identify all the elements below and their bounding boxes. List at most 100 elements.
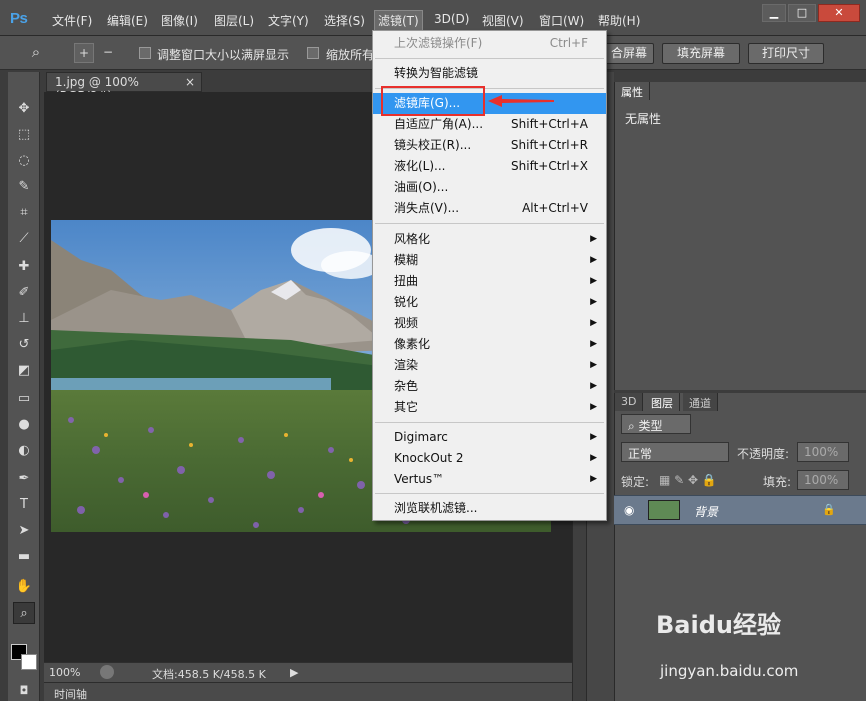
noise-label: 杂色: [394, 379, 419, 393]
type-tool-icon[interactable]: T: [13, 494, 35, 516]
fill-screen-button[interactable]: 填充屏幕: [662, 43, 740, 64]
visibility-eye-icon[interactable]: ◉: [624, 503, 634, 517]
pixelate-label: 像素化: [394, 337, 431, 351]
menu-digimarc[interactable]: Digimarc ▶: [373, 427, 606, 448]
status-bar: 100% 文档:458.5 K/458.5 K ▶: [44, 662, 572, 682]
menu-lens-correction[interactable]: 镜头校正(R)... Shift+Ctrl+R: [373, 135, 606, 156]
status-info-icon[interactable]: [100, 665, 114, 679]
menu-other[interactable]: 其它 ▶: [373, 397, 606, 418]
annotation-arrow-icon: [488, 95, 554, 107]
layer-filter-select[interactable]: ⌕ 类型: [621, 414, 691, 434]
baidu-watermark-url: jingyan.baidu.com: [660, 662, 799, 680]
menu-filter[interactable]: 滤镜(T): [374, 10, 423, 31]
zoom-level[interactable]: 100%: [49, 666, 80, 679]
zoom-all-checkbox[interactable]: [307, 47, 319, 59]
menu-3d[interactable]: 3D(D): [434, 12, 469, 26]
minimize-button[interactable]: ▁: [762, 4, 786, 22]
menu-window[interactable]: 窗口(W): [539, 12, 584, 29]
layer-row-background[interactable]: ◉ 背景 🔒: [614, 495, 866, 525]
marquee-tool-icon[interactable]: ⬚: [13, 124, 35, 146]
submenu-arrow-icon: ▶: [590, 276, 597, 286]
menu-render[interactable]: 渲染 ▶: [373, 355, 606, 376]
menu-video[interactable]: 视频 ▶: [373, 313, 606, 334]
path-select-tool-icon[interactable]: ➤: [13, 520, 35, 542]
menu-file[interactable]: 文件(F): [52, 12, 92, 29]
submenu-arrow-icon: ▶: [590, 297, 597, 307]
fill-field[interactable]: 100%: [797, 470, 849, 490]
close-button[interactable]: ✕: [818, 4, 860, 22]
close-tab-icon[interactable]: ×: [185, 75, 195, 89]
other-label: 其它: [394, 400, 419, 414]
menu-oil-paint[interactable]: 油画(O)...: [373, 177, 606, 198]
last-filter-shortcut: Ctrl+F: [549, 36, 588, 50]
menu-edit[interactable]: 编辑(E): [107, 12, 148, 29]
menu-separator: [375, 422, 604, 423]
menu-noise[interactable]: 杂色 ▶: [373, 376, 606, 397]
zoom-tool-icon[interactable]: ⌕: [26, 43, 46, 63]
menu-vanishing-point[interactable]: 消失点(V)... Alt+Ctrl+V: [373, 198, 606, 219]
maximize-button[interactable]: □: [788, 4, 816, 22]
status-arrow-icon[interactable]: ▶: [290, 666, 298, 679]
menu-sharpen[interactable]: 锐化 ▶: [373, 292, 606, 313]
properties-tab[interactable]: 属性: [615, 82, 650, 100]
menu-distort[interactable]: 扭曲 ▶: [373, 271, 606, 292]
pen-tool-icon[interactable]: ✒: [13, 468, 35, 490]
adaptive-wide-angle-label: 自适应广角(A)...: [394, 117, 484, 131]
lock-icons[interactable]: ▦ ✎ ✥ 🔒: [659, 473, 717, 487]
dodge-tool-icon[interactable]: ◐: [13, 440, 35, 462]
lasso-tool-icon[interactable]: ◌: [13, 150, 35, 172]
menu-liquify[interactable]: 液化(L)... Shift+Ctrl+X: [373, 156, 606, 177]
timeline-panel[interactable]: 时间轴: [44, 682, 572, 701]
liquify-shortcut: Shift+Ctrl+X: [511, 159, 588, 173]
menu-select[interactable]: 选择(S): [324, 12, 365, 29]
menu-blur[interactable]: 模糊 ▶: [373, 250, 606, 271]
shape-tool-icon[interactable]: ▬: [13, 546, 35, 568]
menu-type[interactable]: 文字(Y): [268, 12, 309, 29]
vanishing-point-label: 消失点(V)...: [394, 201, 460, 215]
crop-tool-icon[interactable]: ⌗: [13, 202, 35, 224]
menu-help[interactable]: 帮助(H): [598, 12, 640, 29]
zoom-tool-icon[interactable]: ⌕: [13, 602, 35, 624]
quick-mask-icon[interactable]: ◘: [13, 680, 35, 701]
gradient-tool-icon[interactable]: ▭: [13, 388, 35, 410]
layers-panel: 3D 图层 通道 ⌕ 类型 正常 不透明度: 100% 锁定: ▦ ✎ ✥ 🔒 …: [614, 393, 866, 701]
quick-select-tool-icon[interactable]: ✎: [13, 176, 35, 198]
lock-label: 锁定:: [621, 475, 650, 489]
move-tool-icon[interactable]: ✥: [13, 98, 35, 120]
history-brush-tool-icon[interactable]: ↺: [13, 334, 35, 356]
tab-3d[interactable]: 3D: [615, 393, 644, 411]
brush-tool-icon[interactable]: ✐: [13, 282, 35, 304]
tab-channels[interactable]: 通道: [683, 393, 718, 411]
blur-tool-icon[interactable]: ●: [13, 414, 35, 436]
menu-adaptive-wide-angle[interactable]: 自适应广角(A)... Shift+Ctrl+A: [373, 114, 606, 135]
menu-view[interactable]: 视图(V): [482, 12, 524, 29]
menu-image[interactable]: 图像(I): [161, 12, 198, 29]
menu-stylize[interactable]: 风格化 ▶: [373, 229, 606, 250]
zoom-out-icon[interactable]: −: [98, 43, 118, 63]
menu-layer[interactable]: 图层(L): [214, 12, 254, 29]
zoom-in-icon[interactable]: +: [74, 43, 94, 63]
menu-vertus[interactable]: Vertus™ ▶: [373, 469, 606, 490]
stamp-tool-icon[interactable]: ⊥: [13, 308, 35, 330]
zoom-all-label: 缩放所有: [326, 48, 375, 62]
video-label: 视频: [394, 316, 419, 330]
hand-tool-icon[interactable]: ✋: [13, 576, 35, 598]
opacity-field[interactable]: 100%: [797, 442, 849, 462]
vertus-label: Vertus™: [394, 472, 445, 486]
background-color-swatch[interactable]: [21, 654, 37, 670]
blur-label: 模糊: [394, 253, 419, 267]
print-size-button[interactable]: 打印尺寸: [748, 43, 824, 64]
submenu-arrow-icon: ▶: [590, 255, 597, 265]
document-tab[interactable]: 1.jpg @ 100%(RGB/8#) ×: [46, 72, 202, 103]
submenu-arrow-icon: ▶: [590, 381, 597, 391]
eraser-tool-icon[interactable]: ◩: [13, 360, 35, 382]
blend-mode-select[interactable]: 正常: [621, 442, 729, 462]
eyedropper-tool-icon[interactable]: ⟋: [13, 228, 35, 250]
menu-browse-filters-online[interactable]: 浏览联机滤镜...: [373, 498, 606, 519]
menu-convert-smart-filter[interactable]: 转换为智能滤镜: [373, 63, 606, 84]
menu-knockout[interactable]: KnockOut 2 ▶: [373, 448, 606, 469]
tab-layers[interactable]: 图层: [645, 393, 680, 411]
resize-window-checkbox[interactable]: [139, 47, 151, 59]
menu-pixelate[interactable]: 像素化 ▶: [373, 334, 606, 355]
healing-brush-tool-icon[interactable]: ✚: [13, 256, 35, 278]
